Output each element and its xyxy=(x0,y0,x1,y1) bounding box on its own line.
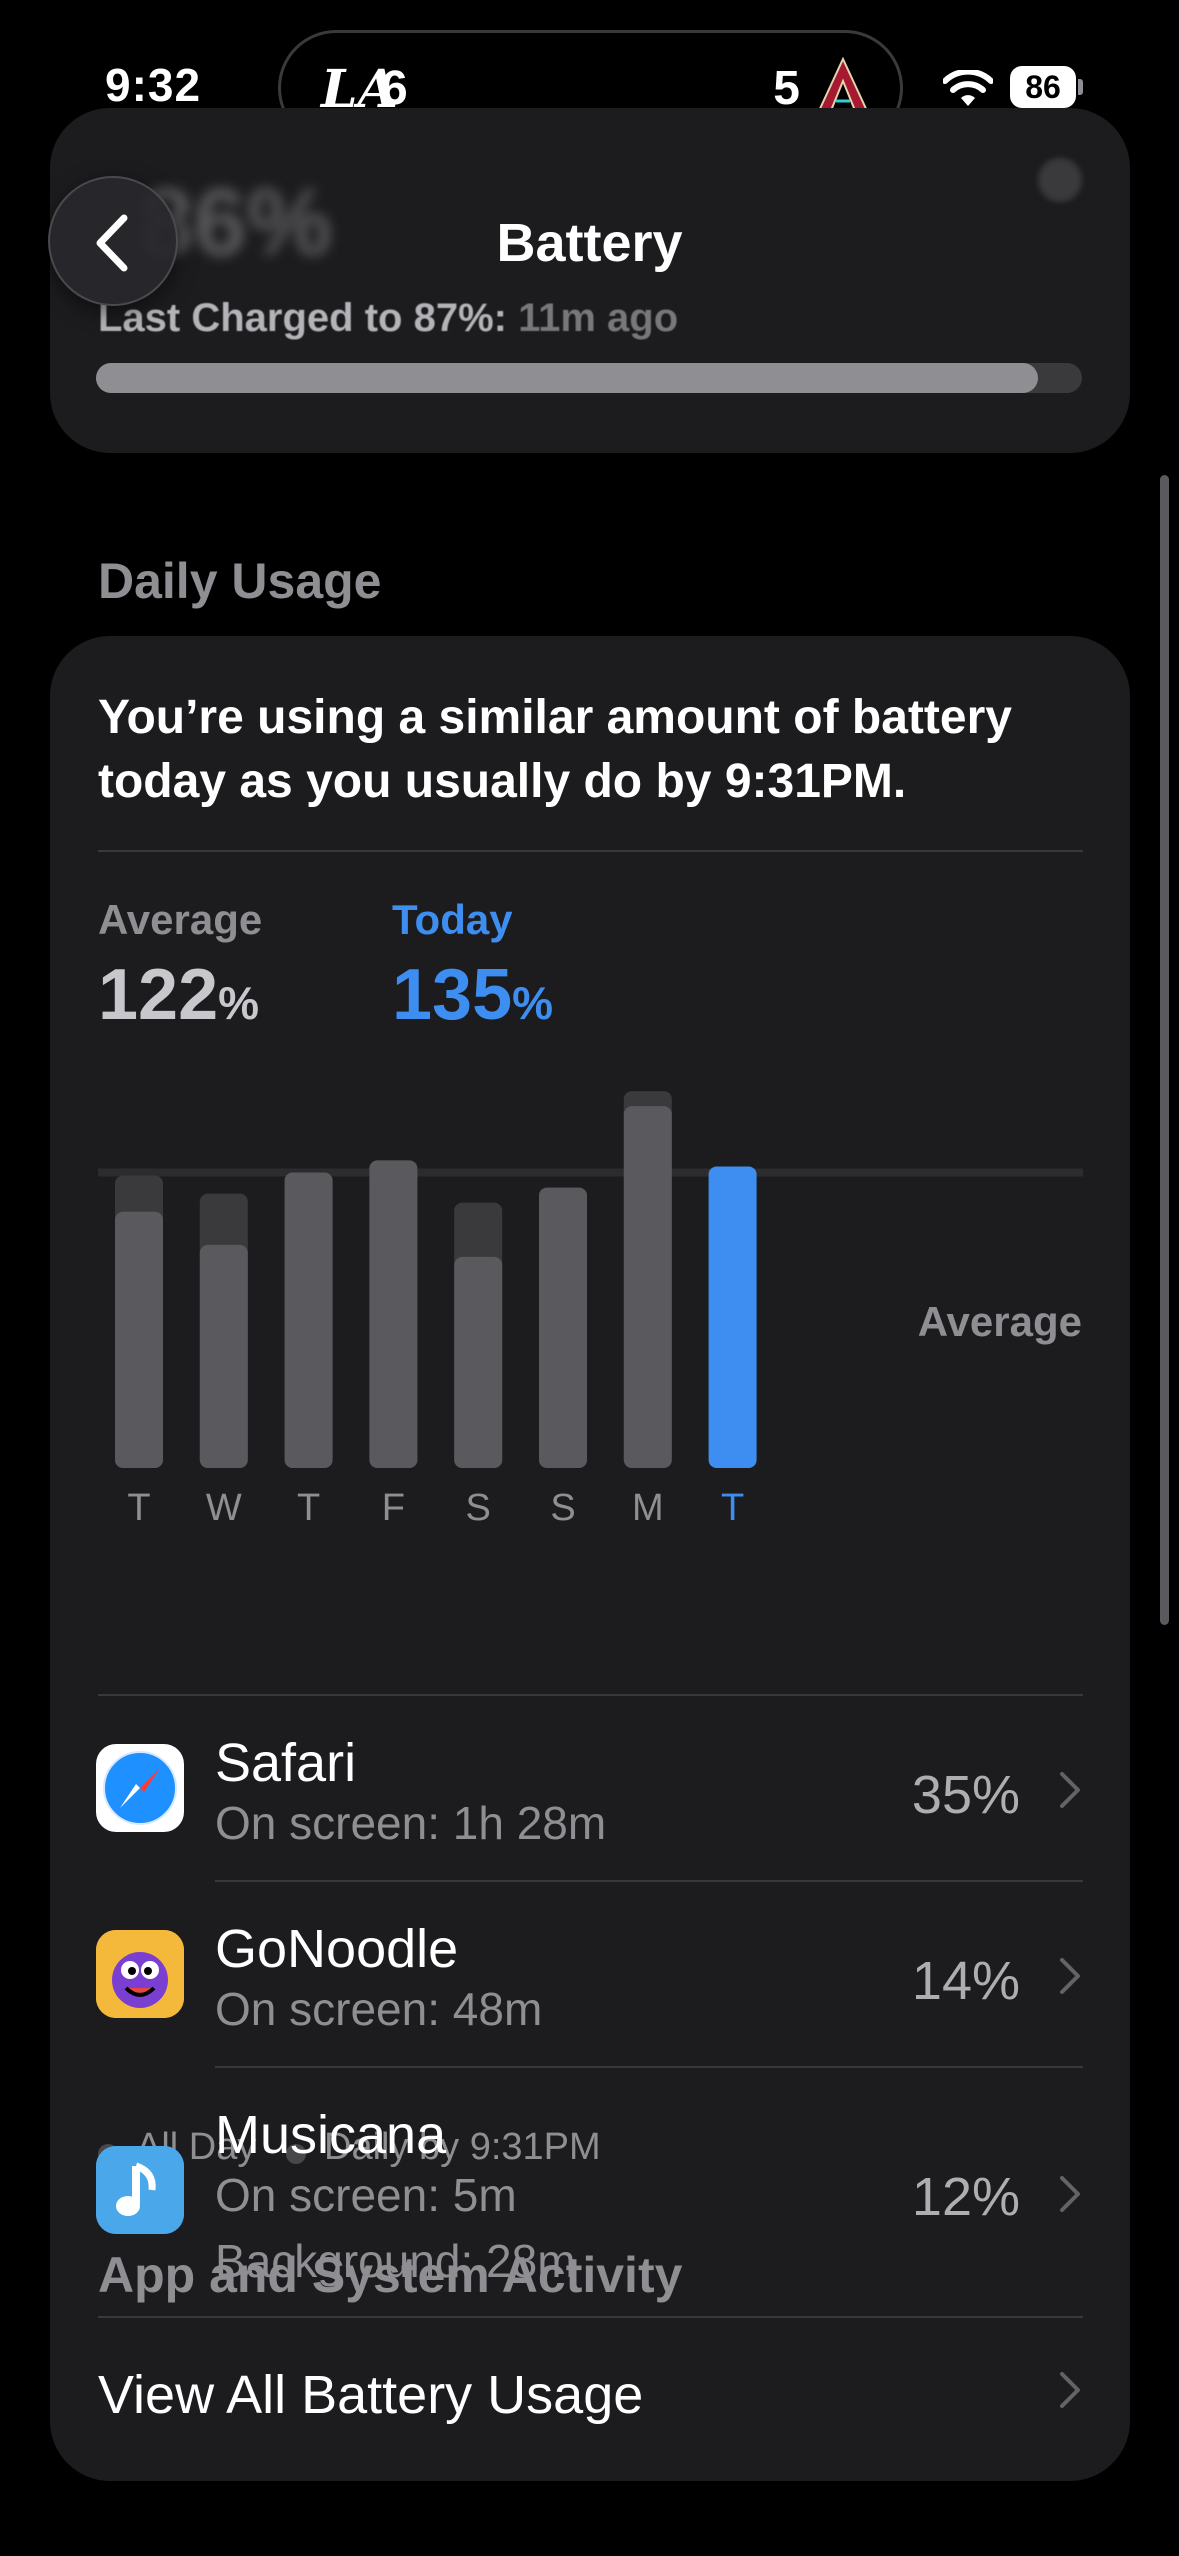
wifi-icon xyxy=(943,70,993,106)
battery-level-icon: 86 xyxy=(1010,66,1076,108)
last-charged-label: Last Charged to 87%: xyxy=(98,296,507,340)
daily-usage-chart: TWTFSSMT xyxy=(98,1091,1083,1529)
app-onscreen-time: On screen: 1h 28m xyxy=(215,1797,607,1849)
daily-usage-card: You’re using a similar amount of battery… xyxy=(50,636,1130,2481)
app-usage-percent: 12% xyxy=(911,2167,1020,2227)
page-title: Battery xyxy=(496,213,683,273)
chevron-right-icon xyxy=(1060,1958,1080,1994)
today-label: Today xyxy=(392,896,513,943)
divider xyxy=(98,850,1083,852)
status-time: 9:32 xyxy=(105,59,202,111)
average-value: 122% xyxy=(98,954,259,1036)
average-number: 122 xyxy=(98,955,219,1035)
daily-usage-heading: Daily Usage xyxy=(98,553,382,609)
bar-by-time xyxy=(284,1172,333,1468)
x-tick-label: T xyxy=(127,1487,150,1529)
battery-nub xyxy=(1078,79,1083,95)
usage-summary: You’re using a similar amount of battery… xyxy=(98,691,1012,808)
bar-by-time xyxy=(623,1106,672,1468)
musicana-icon xyxy=(96,2146,184,2234)
app-usage-percent: 35% xyxy=(911,1765,1020,1825)
x-tick-label: W xyxy=(206,1487,242,1529)
app-row-gonoodle[interactable]: GoNoodle On screen: 48m 14% xyxy=(50,1880,1130,2064)
app-row-musicana[interactable]: Musicana On screen: 5m Background: 28m 1… xyxy=(50,2066,1130,2316)
safari-icon xyxy=(96,1744,184,1832)
diamondbacks-logo-icon xyxy=(816,57,870,114)
app-name: Safari xyxy=(215,1733,357,1793)
app-onscreen-time: On screen: 5m xyxy=(215,2169,517,2221)
gonoodle-icon xyxy=(96,1930,184,2018)
view-all-battery-usage-button[interactable]: View All Battery Usage xyxy=(50,2316,1130,2466)
x-tick-label: M xyxy=(632,1487,664,1529)
charge-level-bar xyxy=(96,363,1082,393)
last-charged-text: Last Charged to 87%: 11m ago xyxy=(98,296,678,341)
app-onscreen-time: On screen: 48m xyxy=(215,1983,543,2035)
chevron-right-icon xyxy=(1060,1772,1080,1808)
x-tick-label: F xyxy=(382,1487,405,1529)
charge-card: 86% Last Charged to 87%: 11m ago xyxy=(50,108,1130,453)
scrollbar[interactable] xyxy=(1160,475,1169,1625)
x-tick-label: S xyxy=(550,1487,575,1529)
average-line xyxy=(98,1168,1083,1177)
average-label: Average xyxy=(98,896,263,943)
info-icon[interactable] xyxy=(1038,158,1082,202)
average-percent-sign: % xyxy=(218,977,260,1029)
app-background-time: Background: 28m xyxy=(215,2235,576,2287)
bar-by-time xyxy=(539,1187,587,1468)
bar-by-time xyxy=(454,1256,503,1468)
today-percent-sign: % xyxy=(512,977,554,1029)
bar-today xyxy=(708,1166,757,1468)
today-number: 135 xyxy=(392,955,513,1035)
chevron-right-icon xyxy=(1060,2176,1080,2212)
today-value: 135% xyxy=(392,954,553,1036)
charge-level-fill xyxy=(96,363,1038,393)
x-tick-label: S xyxy=(466,1487,491,1529)
x-tick-label: T xyxy=(721,1487,744,1529)
last-charged-ago: 11m ago xyxy=(518,296,679,340)
app-name: Musicana xyxy=(215,2105,447,2165)
app-row-safari[interactable]: Safari On screen: 1h 28m 35% xyxy=(50,1694,1130,1878)
bar-by-time xyxy=(199,1244,248,1468)
x-tick-label: T xyxy=(297,1487,320,1529)
app-name: GoNoodle xyxy=(215,1919,459,1979)
app-usage-percent: 14% xyxy=(911,1951,1020,2011)
bar-by-time xyxy=(369,1160,418,1468)
view-all-label: View All Battery Usage xyxy=(98,2365,644,2425)
bar-by-time xyxy=(115,1211,163,1468)
chevron-right-icon xyxy=(1060,2372,1080,2408)
